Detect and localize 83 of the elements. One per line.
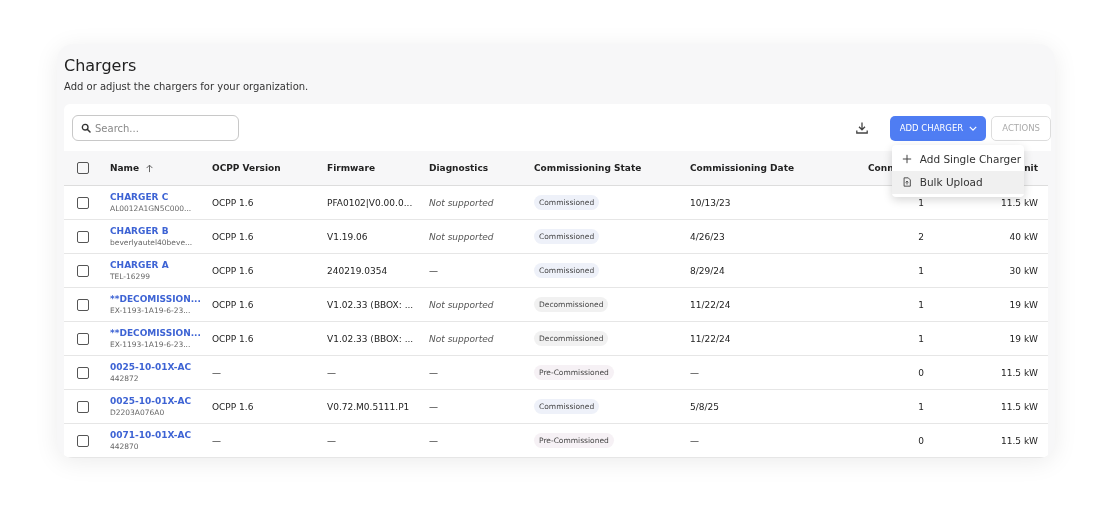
table-cell: Not supported [429,197,494,208]
table-cell: — [429,265,438,276]
select-all-checkbox[interactable] [77,162,89,174]
table-cell: — [429,367,438,378]
charger-name-link[interactable]: 0025-10-01X-AC [110,396,192,406]
table-cell: 1 [918,265,924,276]
table-cell: PFA0102|V0.00.0... [327,197,413,208]
file-upload-icon [901,177,912,187]
table-cell: 1 [918,299,924,310]
sort-arrow-icon [145,163,155,173]
table-cell: Not supported [429,299,494,310]
table-cell: Not supported [429,333,494,344]
page-subtitle: Add or adjust the chargers for your organization. [64,81,310,92]
column-header[interactable]: Commissioning Date [690,163,795,173]
plus-icon [901,154,912,164]
table-cell: 11.5 kW [1001,197,1038,208]
table-cell: 11.5 kW [1001,435,1038,446]
table-cell: V0.72.M0.5111.P1 [327,401,410,412]
table-cell: 4/26/23 [690,231,725,242]
table-cell: 11.5 kW [1001,367,1038,378]
charger-name-link[interactable]: CHARGER B [110,226,169,236]
table-cell: 8/29/24 [690,265,725,276]
table-cell: 1 [918,401,924,412]
table-cell: 30 kW [1009,265,1038,276]
add-charger-button[interactable]: ADD CHARGER [889,115,987,141]
table-cell: OCPP 1.6 [212,299,254,310]
table-cell: OCPP 1.6 [212,401,254,412]
column-header[interactable]: OCPP Version [212,163,281,173]
table-cell: Not supported [429,231,494,242]
row-checkbox[interactable] [77,434,89,447]
table-cell: — [690,435,699,446]
charger-name-link[interactable]: 0071-10-01X-AC [110,430,192,440]
table-cell: 0 [918,367,924,378]
table-cell: — [429,435,438,446]
row-checkbox[interactable] [77,196,89,209]
table-cell: — [327,367,336,378]
row-checkbox[interactable] [77,332,89,345]
table-cell: 1 [918,197,924,208]
table-cell: 19 kW [1009,299,1038,310]
table-cell: — [212,367,221,378]
table-cell: 11/22/24 [690,299,731,310]
column-header[interactable]: Diagnostics [429,163,489,173]
table-cell: OCPP 1.6 [212,231,254,242]
row-checkbox[interactable] [77,230,89,243]
table-cell: OCPP 1.6 [212,265,254,276]
table-cell: 11/22/24 [690,333,731,344]
table-cell: 240219.0354 [327,265,388,276]
column-header[interactable]: nit [1024,163,1038,173]
search-field[interactable]: Search... [72,115,239,141]
table-cell: — [690,367,699,378]
column-header[interactable]: Firmware [327,163,375,173]
table-cell: 5/8/25 [690,401,719,412]
charger-name-link[interactable]: CHARGER C [110,192,169,202]
row-checkbox[interactable] [77,298,89,311]
table-cell: OCPP 1.6 [212,333,254,344]
table-cell: 19 kW [1009,333,1038,344]
search-icon [81,123,91,133]
table-cell: OCPP 1.6 [212,197,254,208]
charger-name-link[interactable]: **DECOMISSION... [110,294,201,304]
chevron-down-icon [969,125,978,131]
table-cell: V1.02.33 (BBOX: ... [327,333,414,344]
charger-name-link[interactable]: 0025-10-01X-AC [110,362,192,372]
row-checkbox[interactable] [77,264,89,277]
menu-item[interactable]: Bulk Upload [891,170,1024,194]
charger-name-link[interactable]: **DECOMISSION... [110,328,201,338]
column-header[interactable]: Commissioning State [534,163,642,173]
table-cell: — [429,401,438,412]
table-cell: 2 [918,231,924,242]
menu-item[interactable]: Add Single Charger [891,147,1024,171]
table-cell: 40 kW [1009,231,1038,242]
table-cell: — [212,435,221,446]
row-checkbox[interactable] [77,400,89,413]
table-cell: V1.02.33 (BBOX: ... [327,299,414,310]
table-cell: 11.5 kW [1001,401,1038,412]
table-cell: — [327,435,336,446]
column-header[interactable]: Name [110,163,155,173]
table-cell: 1 [918,333,924,344]
row-checkbox[interactable] [77,366,89,379]
table-cell: 0 [918,435,924,446]
table-cell: V1.19.06 [327,231,368,242]
table-cell: 10/13/23 [690,197,731,208]
charger-name-link[interactable]: CHARGER A [110,260,169,270]
page-title: Chargers [64,56,138,75]
